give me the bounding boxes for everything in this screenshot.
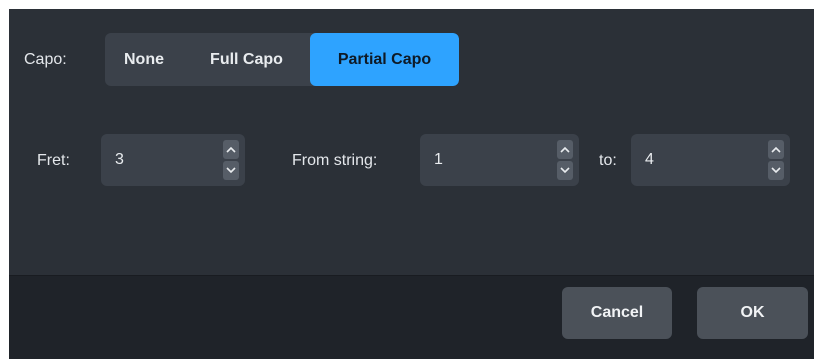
fret-spinbox[interactable]: 3 (101, 134, 245, 186)
capo-dialog: Capo: None Full Capo Partial Capo Fret: … (9, 9, 814, 359)
chevron-down-icon (560, 167, 570, 174)
fret-increment-button[interactable] (223, 140, 239, 159)
to-string-label: to: (599, 152, 617, 169)
fret-label: Fret: (37, 152, 70, 169)
from-string-stepper (557, 140, 573, 180)
from-string-spinbox[interactable]: 1 (420, 134, 579, 186)
to-string-value[interactable]: 4 (645, 150, 654, 170)
capo-option-full-capo[interactable]: Full Capo (183, 33, 310, 86)
from-string-decrement-button[interactable] (557, 161, 573, 180)
capo-segmented-control: None Full Capo Partial Capo (105, 33, 459, 86)
dialog-body: Capo: None Full Capo Partial Capo Fret: … (9, 9, 814, 275)
cancel-button-label: Cancel (590, 304, 644, 321)
chevron-up-icon (560, 146, 570, 153)
from-string-increment-button[interactable] (557, 140, 573, 159)
to-string-stepper (768, 140, 784, 180)
from-string-label: From string: (292, 152, 378, 169)
capo-option-partial-capo[interactable]: Partial Capo (310, 33, 459, 86)
capo-label: Capo: (24, 51, 67, 68)
capo-option-partial-capo-label: Partial Capo (337, 50, 432, 68)
to-string-increment-button[interactable] (768, 140, 784, 159)
capo-option-full-capo-label: Full Capo (210, 50, 283, 68)
chevron-up-icon (226, 146, 236, 153)
ok-button[interactable]: OK (697, 287, 808, 339)
fret-decrement-button[interactable] (223, 161, 239, 180)
cancel-button[interactable]: Cancel (562, 287, 672, 339)
chevron-down-icon (771, 167, 781, 174)
from-string-value[interactable]: 1 (434, 150, 443, 170)
chevron-down-icon (226, 167, 236, 174)
dialog-footer (9, 275, 814, 359)
chevron-up-icon (771, 146, 781, 153)
to-string-decrement-button[interactable] (768, 161, 784, 180)
capo-option-none-label: None (124, 50, 164, 68)
fret-stepper (223, 140, 239, 180)
to-string-spinbox[interactable]: 4 (631, 134, 790, 186)
ok-button-label: OK (740, 304, 765, 321)
capo-option-none[interactable]: None (105, 33, 183, 86)
fret-value[interactable]: 3 (115, 150, 124, 170)
